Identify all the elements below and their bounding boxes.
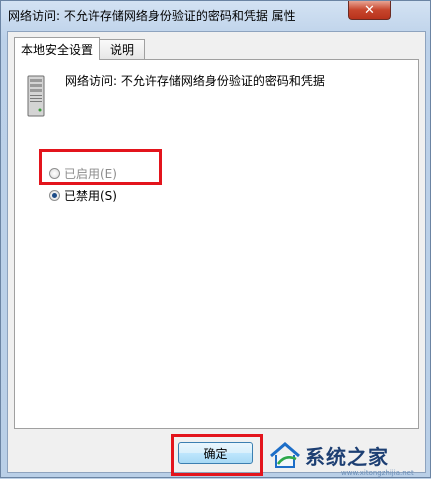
radio-disabled[interactable]: 已禁用(S) xyxy=(49,187,117,204)
house-logo-icon xyxy=(270,442,300,468)
radio-disabled-label: 已禁用(S) xyxy=(64,189,117,203)
properties-dialog: 网络访问: 不允许存储网络身份验证的密码和凭据 属性 ✕ 本地安全设置 说明 网… xyxy=(0,0,431,478)
highlight-box-disabled-option xyxy=(39,149,162,185)
tab-explain[interactable]: 说明 xyxy=(99,39,145,59)
window-title: 网络访问: 不允许存储网络身份验证的密码和凭据 属性 xyxy=(8,9,296,23)
close-icon: ✕ xyxy=(364,2,375,18)
close-button[interactable]: ✕ xyxy=(348,1,391,20)
ok-button[interactable]: 确定 xyxy=(178,442,253,464)
watermark: 系统之家 www.xitongzhijia.net xyxy=(269,431,431,479)
tab-local-security-setting[interactable]: 本地安全设置 xyxy=(14,37,100,60)
radio-disabled-circle[interactable] xyxy=(49,190,60,201)
server-icon xyxy=(27,75,45,117)
policy-name: 网络访问: 不允许存储网络身份验证的密码和凭据 xyxy=(65,74,325,88)
watermark-text: 系统之家 xyxy=(305,444,389,469)
dialog-client-area: 本地安全设置 说明 网络访问: 不允许存储网络身份验证的密码和凭据 已启用(E) xyxy=(7,31,426,473)
settings-panel: 网络访问: 不允许存储网络身份验证的密码和凭据 已启用(E) 已禁用(S) xyxy=(14,59,419,429)
radio-selected-dot xyxy=(52,193,57,198)
watermark-url: www.xitongzhijia.net xyxy=(341,469,414,477)
